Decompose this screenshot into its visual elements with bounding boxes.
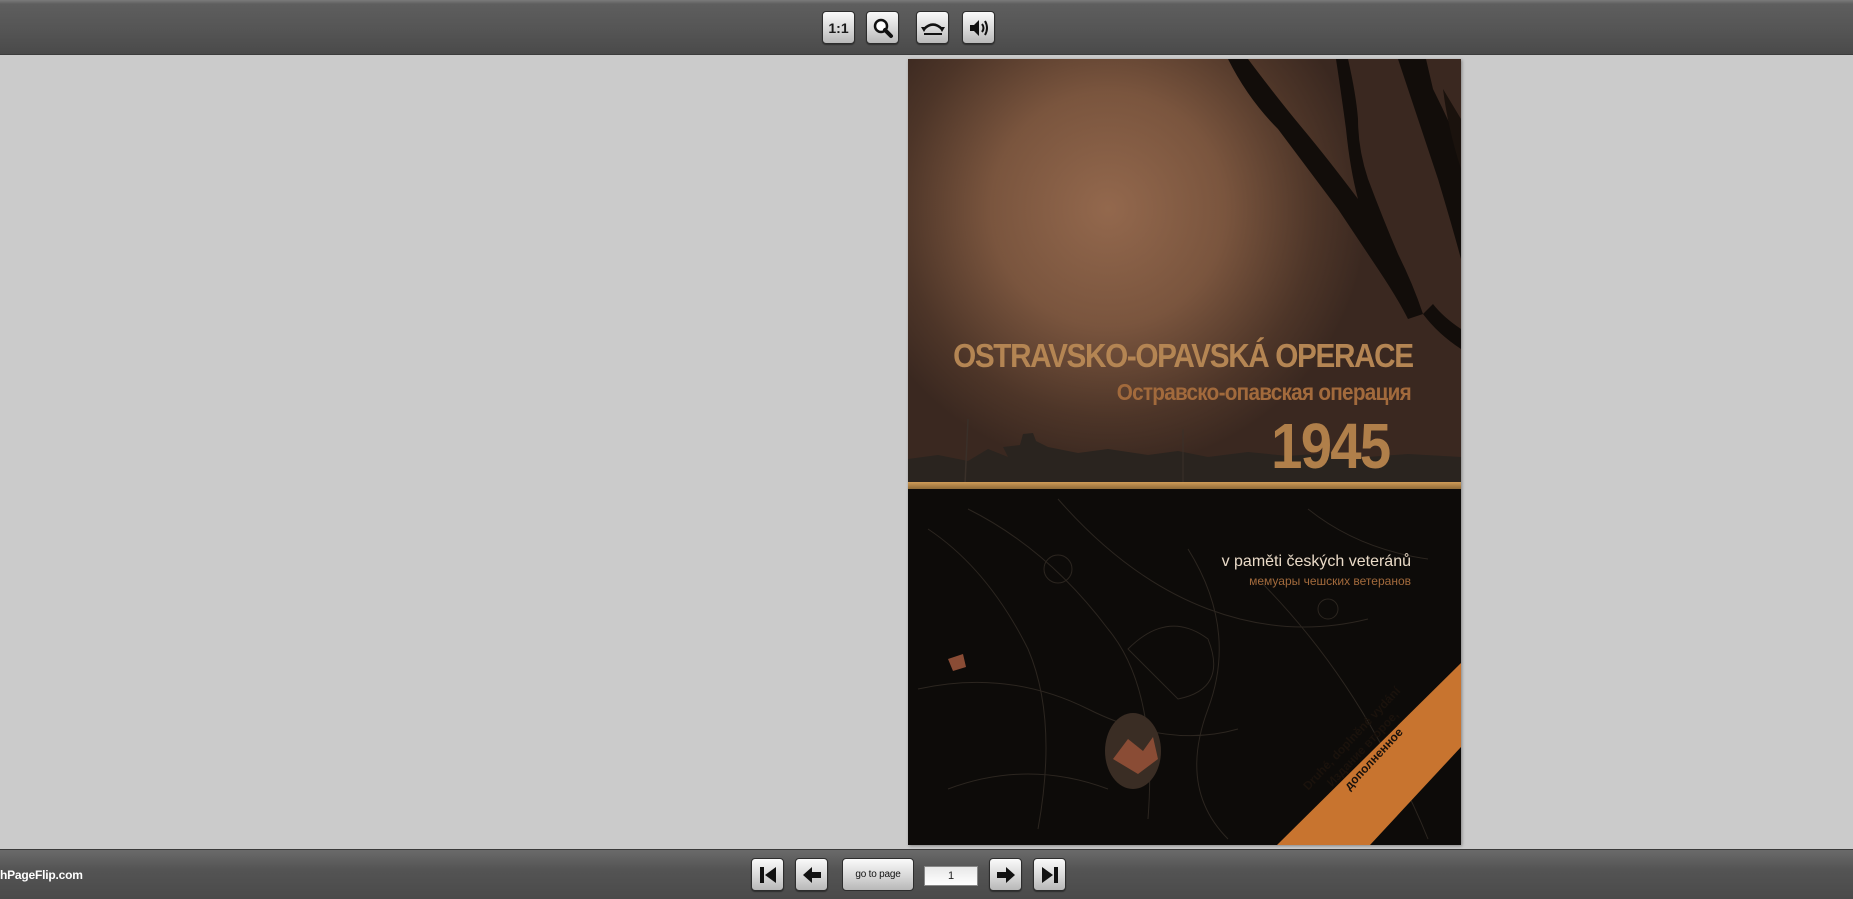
speaker-icon bbox=[969, 19, 988, 36]
arrow-right-icon bbox=[996, 866, 1015, 883]
next-page-button[interactable] bbox=[989, 858, 1022, 891]
flip-button[interactable] bbox=[916, 11, 949, 44]
book-cover-page[interactable]: OSTRAVSKO-OPAVSKÁ OPERACE Остравско-опав… bbox=[908, 59, 1461, 845]
brand-link[interactable]: hPageFlip.com bbox=[0, 868, 83, 882]
sound-button[interactable] bbox=[962, 11, 995, 44]
top-toolbar: 1:1 bbox=[0, 0, 1853, 55]
actual-size-button[interactable]: 1:1 bbox=[822, 11, 855, 44]
magnifier-icon bbox=[873, 18, 893, 38]
first-page-button[interactable] bbox=[751, 858, 784, 891]
previous-page-button[interactable] bbox=[795, 858, 828, 891]
flip-arrows-icon bbox=[920, 22, 945, 35]
first-page-icon bbox=[759, 866, 776, 883]
go-to-page-button[interactable]: go to page bbox=[842, 858, 914, 891]
last-page-button[interactable] bbox=[1033, 858, 1066, 891]
arrow-left-icon bbox=[802, 866, 821, 883]
page-number-input[interactable] bbox=[924, 866, 978, 886]
actual-size-label: 1:1 bbox=[828, 19, 849, 36]
zoom-button[interactable] bbox=[866, 11, 899, 44]
last-page-icon bbox=[1041, 866, 1058, 883]
